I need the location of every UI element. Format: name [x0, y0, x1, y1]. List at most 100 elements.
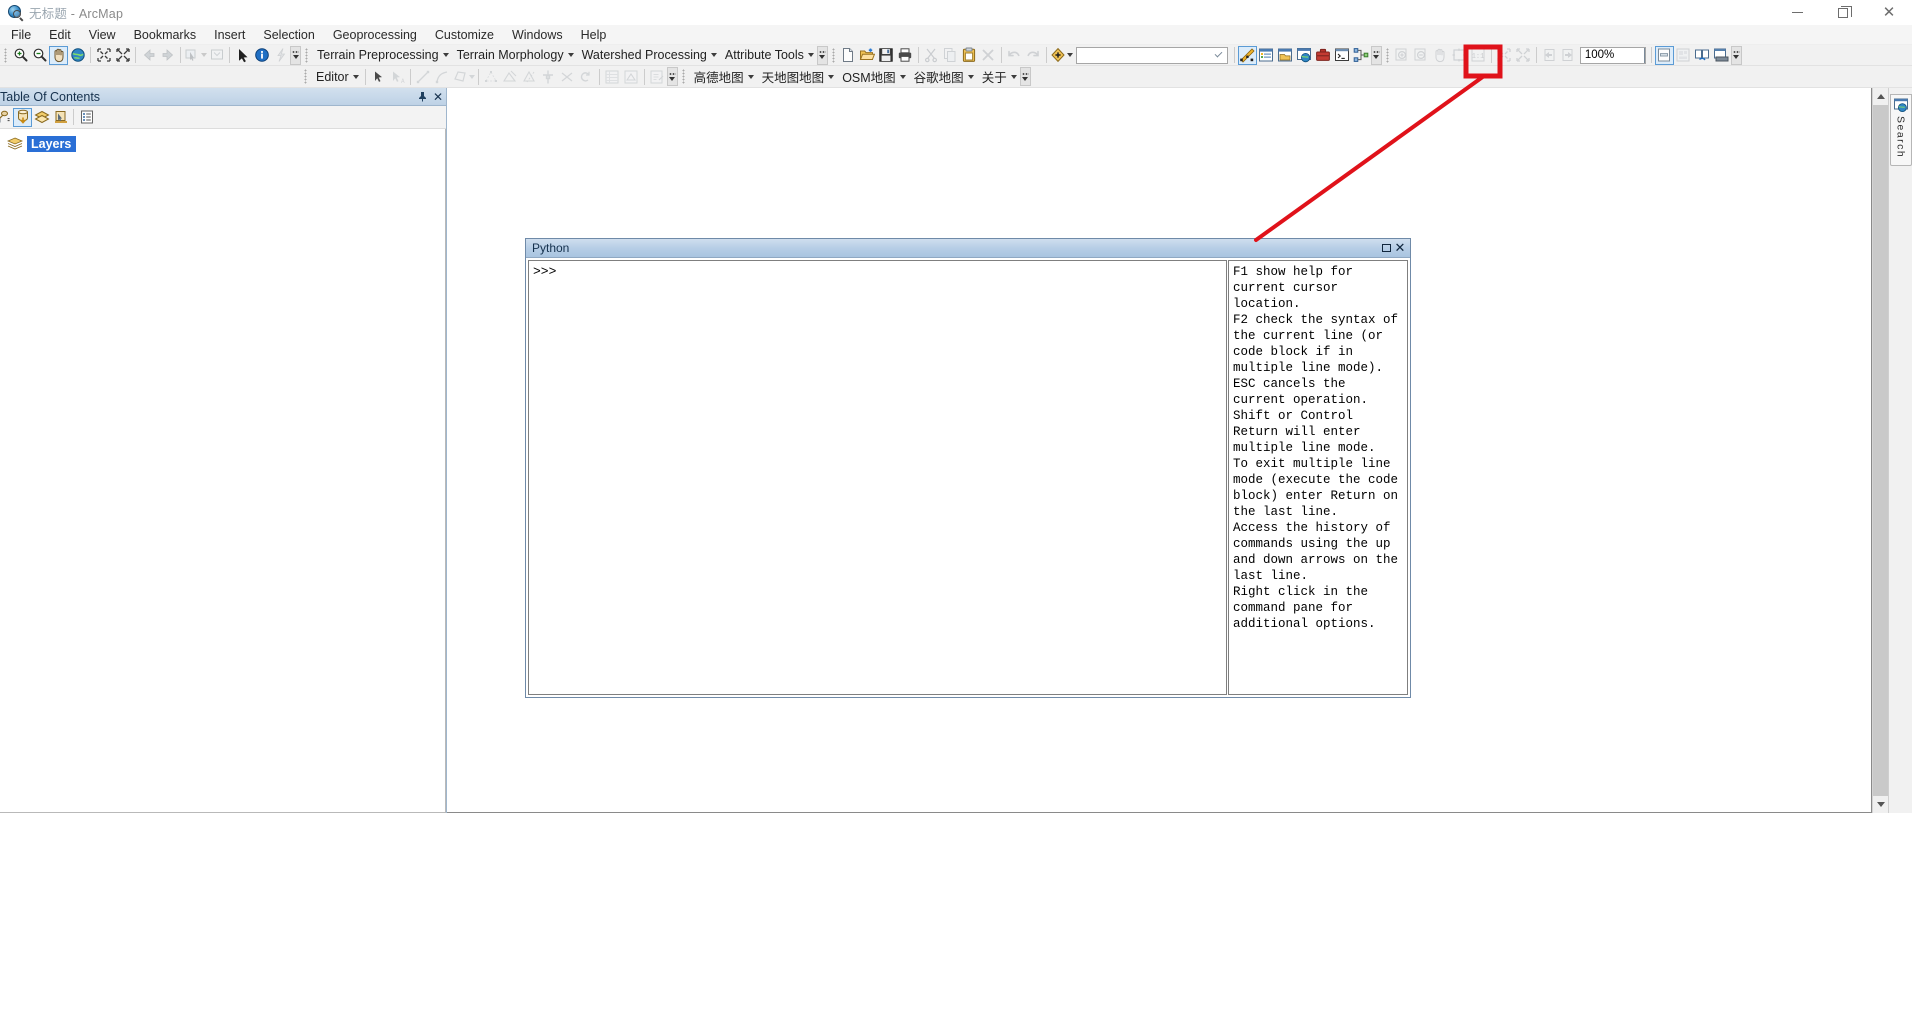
close-icon[interactable]: ✕	[430, 89, 446, 105]
menu-item-windows[interactable]: Windows	[503, 26, 572, 44]
toc-node-layers[interactable]: Layers	[0, 135, 445, 153]
full-extent-globe-icon[interactable]	[68, 46, 87, 65]
toolbar-grip-tools[interactable]	[3, 47, 8, 63]
python-window-close-button[interactable]: ✕	[1393, 241, 1407, 255]
menu-about[interactable]: 关于	[977, 66, 1020, 87]
maximize-button[interactable]	[1820, 0, 1866, 25]
menu-item-bookmarks[interactable]: Bookmarks	[125, 26, 206, 44]
toolbar-grip-editor[interactable]	[303, 69, 308, 84]
menu-item-geoprocessing[interactable]: Geoprocessing	[324, 26, 426, 44]
toolbar-grip-archydro[interactable]	[304, 47, 309, 63]
menu-item-selection[interactable]: Selection	[254, 26, 323, 44]
print-icon[interactable]	[896, 46, 915, 65]
go-forward-extent-icon[interactable]	[158, 46, 177, 65]
sketch-properties-icon[interactable]	[622, 67, 641, 86]
add-data-icon[interactable]	[1050, 46, 1073, 65]
python-command-pane[interactable]: >>>	[528, 260, 1227, 695]
zoom-in-icon[interactable]	[11, 46, 30, 65]
data-driven-pages-icon[interactable]	[1693, 46, 1712, 65]
reshape-feature-icon[interactable]	[501, 67, 520, 86]
basemap-toolbar-overflow-button[interactable]	[1019, 67, 1031, 86]
menu-item-customize[interactable]: Customize	[426, 26, 503, 44]
layout-go-forward-icon[interactable]	[1559, 46, 1578, 65]
paste-clipboard-icon[interactable]	[960, 46, 979, 65]
layout-zoom-out-icon[interactable]	[1412, 46, 1431, 65]
select-elements-arrow-icon[interactable]	[233, 46, 252, 65]
close-button[interactable]: ✕	[1866, 0, 1912, 25]
layout-zoom-100-icon[interactable]: 1:1	[1469, 46, 1488, 65]
layout-zoom-in-icon[interactable]	[1393, 46, 1412, 65]
redo-icon[interactable]	[1024, 46, 1043, 65]
toggle-draft-mode-icon[interactable]	[1712, 46, 1731, 65]
layout-fixed-zoom-out-icon[interactable]	[1514, 46, 1533, 65]
select-features-icon[interactable]	[184, 46, 207, 65]
focus-data-frame-icon[interactable]	[1654, 45, 1674, 65]
table-of-contents-window-icon[interactable]	[1257, 46, 1276, 65]
attributes-table-icon[interactable]	[603, 67, 622, 86]
undo-icon[interactable]	[1005, 46, 1024, 65]
map-scale-combo[interactable]	[1075, 46, 1228, 64]
toolbar-grip-standard[interactable]	[830, 47, 836, 63]
new-document-icon[interactable]	[839, 46, 858, 65]
menu-item-edit[interactable]: Edit	[40, 26, 80, 44]
zoom-out-icon[interactable]	[30, 46, 49, 65]
menu-item-help[interactable]: Help	[572, 26, 616, 44]
edit-annotation-icon[interactable]: A	[388, 67, 407, 86]
search-dock-tab[interactable]: Search	[1889, 94, 1912, 167]
identify-info-icon[interactable]	[252, 46, 271, 65]
hyperlink-lightning-icon[interactable]	[271, 46, 290, 65]
delete-x-icon[interactable]	[979, 46, 998, 65]
go-back-extent-icon[interactable]	[139, 46, 158, 65]
trace-icon[interactable]	[452, 67, 475, 86]
python-window-titlebar[interactable]: Python ✕	[526, 239, 1410, 258]
catalog-window-icon[interactable]	[1276, 46, 1295, 65]
menu-gaode-map[interactable]: 高德地图	[689, 66, 757, 87]
clear-selection-icon[interactable]	[207, 46, 226, 65]
menu-watershed-processing[interactable]: Watershed Processing	[577, 47, 720, 63]
map-scale-dropdown-button[interactable]	[1211, 48, 1227, 63]
rotate-arc-icon[interactable]	[577, 67, 596, 86]
rotate-icon[interactable]	[558, 67, 577, 86]
layout-zoom-dropdown-button[interactable]	[1643, 48, 1645, 63]
layout-zoom-whole-page-icon[interactable]	[1450, 46, 1469, 65]
layout-go-back-icon[interactable]	[1540, 46, 1559, 65]
list-by-source-icon[interactable]	[0, 108, 13, 127]
menu-item-view[interactable]: View	[80, 26, 125, 44]
layout-zoom-percent-combo[interactable]: 100%	[1579, 46, 1646, 64]
map-vertical-scrollbar[interactable]	[1872, 88, 1889, 813]
scroll-up-button[interactable]	[1872, 88, 1889, 105]
menu-terrain-morphology[interactable]: Terrain Morphology	[452, 47, 577, 63]
toolbar-grip-basemap[interactable]	[680, 69, 686, 84]
editor-toolbar-overflow-button[interactable]	[666, 67, 678, 86]
menu-item-insert[interactable]: Insert	[205, 26, 254, 44]
archydro-toolbar-overflow-button[interactable]	[816, 45, 828, 65]
search-window-icon[interactable]	[1295, 46, 1314, 65]
menu-item-file[interactable]: File	[2, 26, 40, 44]
fixed-zoom-out-icon[interactable]	[113, 46, 132, 65]
menu-google-map[interactable]: 谷歌地图	[909, 66, 977, 87]
table-of-contents-tree[interactable]: Layers	[0, 129, 446, 813]
menu-osm-map[interactable]: OSM地图	[837, 66, 908, 87]
list-by-visibility-icon[interactable]	[32, 108, 51, 127]
python-window[interactable]: Python ✕ >>> F1 show help for current cu…	[525, 238, 1411, 698]
layout-fixed-zoom-in-icon[interactable]	[1495, 46, 1514, 65]
layout-toolbar-overflow-button[interactable]	[1730, 45, 1742, 65]
split-icon[interactable]	[539, 67, 558, 86]
layout-pan-icon[interactable]	[1431, 46, 1450, 65]
straight-segment-icon[interactable]	[414, 67, 433, 86]
modelbuilder-icon[interactable]	[1352, 46, 1371, 65]
change-layout-icon[interactable]	[1674, 46, 1693, 65]
cut-polygons-icon[interactable]	[520, 67, 539, 86]
tools-toolbar-overflow-button[interactable]	[290, 45, 301, 65]
list-by-drawing-order-icon[interactable]	[13, 107, 32, 127]
list-by-selection-icon[interactable]	[51, 108, 70, 127]
pan-hand-icon[interactable]	[49, 45, 68, 65]
scrollbar-track[interactable]	[1872, 105, 1889, 796]
open-folder-icon[interactable]	[858, 46, 877, 65]
create-features-icon[interactable]	[648, 67, 667, 86]
python-window-icon[interactable]	[1333, 46, 1352, 65]
toolbar-grip-layout[interactable]	[1384, 47, 1390, 63]
editor-toolbar-toggle-icon[interactable]	[1237, 45, 1257, 65]
cut-scissors-icon[interactable]	[922, 46, 941, 65]
menu-tianditu-map[interactable]: 天地图地图	[757, 66, 838, 87]
